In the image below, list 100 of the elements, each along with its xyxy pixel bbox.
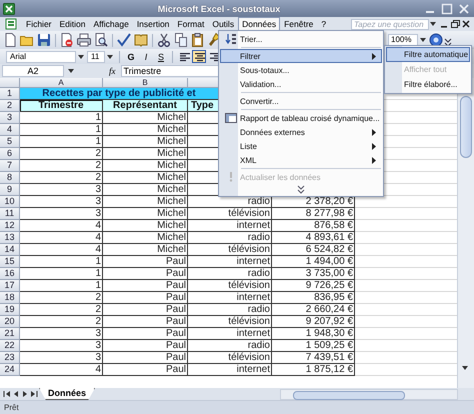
row-header[interactable]: 6 (0, 148, 20, 160)
row-header[interactable]: 24 (0, 364, 20, 376)
table-cell: Michel (103, 208, 188, 220)
row-header[interactable]: 23 (0, 352, 20, 364)
table-cell: télévision (188, 208, 272, 220)
table-cell: Paul (103, 364, 188, 376)
menu-item[interactable]: Trier... (220, 32, 382, 46)
table-cell: télévision (188, 280, 272, 292)
table-cell: télévision (188, 244, 272, 256)
sheet-tab[interactable]: Données (39, 388, 96, 400)
table-cell: 3 (20, 196, 103, 208)
font-size-field[interactable]: 11 (87, 50, 105, 62)
table-cell: 3 (20, 328, 103, 340)
row-header[interactable]: 8 (0, 172, 20, 184)
menu-item[interactable]: Edition (56, 17, 90, 31)
row-header[interactable]: 11 (0, 208, 20, 220)
column-header[interactable]: A (20, 78, 103, 88)
row-header[interactable]: 7 (0, 160, 20, 172)
row-header[interactable]: 16 (0, 268, 20, 280)
question-field[interactable]: Tapez une question (351, 18, 429, 30)
table-cell: Paul (103, 268, 188, 280)
row-header[interactable]: 4 (0, 124, 20, 136)
menu-item[interactable]: Insertion (132, 17, 174, 31)
row-header[interactable]: 1 (0, 88, 20, 100)
menu-item[interactable]: Format (173, 17, 208, 31)
menu-item[interactable]: Sous-totaux... (220, 63, 382, 77)
table-cell: 4 (20, 364, 103, 376)
menu-item[interactable]: Validation... (220, 77, 382, 91)
menu-item[interactable]: Données externes (220, 125, 382, 139)
table-cell: Paul (103, 304, 188, 316)
table-cell: Michel (103, 112, 188, 124)
menu-item[interactable]: Rapport de tableau croisé dynamique... (220, 111, 382, 125)
table-cell: Michel (103, 244, 188, 256)
table-cell: internet (188, 256, 272, 268)
insert-function-button[interactable]: fx (107, 66, 118, 76)
table-cell: 2 (20, 148, 103, 160)
table-cell: télévision (188, 352, 272, 364)
table-cell: radio (188, 268, 272, 280)
menu-item[interactable]: Fichier (22, 17, 56, 31)
row-header[interactable]: 18 (0, 292, 20, 304)
table-cell: Paul (103, 340, 188, 352)
table-cell: 2 (20, 292, 103, 304)
menu-item[interactable]: Liste (220, 139, 382, 153)
menu-item[interactable]: Affichage (90, 17, 133, 31)
font-field[interactable]: Arial (6, 50, 76, 62)
row-header[interactable]: 21 (0, 328, 20, 340)
table-cell: 2 660,24 € (272, 304, 355, 316)
bold-button[interactable]: G (124, 50, 138, 63)
row-header[interactable]: 14 (0, 244, 20, 256)
menu-item[interactable]: XML (220, 153, 382, 167)
column-header[interactable]: B (103, 78, 188, 88)
row-header[interactable]: 22 (0, 340, 20, 352)
menu-item[interactable]: ? (317, 17, 330, 31)
underline-button[interactable]: S (154, 50, 168, 63)
menu-item[interactable]: Outils (208, 17, 238, 31)
table-cell: 1 (20, 280, 103, 292)
menu-item[interactable]: Données (238, 17, 280, 31)
row-header[interactable]: 15 (0, 256, 20, 268)
name-box[interactable]: A2 (2, 65, 64, 77)
column-heading: Représentant (103, 100, 188, 112)
row-header[interactable]: 10 (0, 196, 20, 208)
table-cell: Michel (103, 220, 188, 232)
table-cell: 1 (20, 112, 103, 124)
table-cell: 3 (20, 352, 103, 364)
table-cell: internet (188, 220, 272, 232)
table-cell: 6 524,82 € (272, 244, 355, 256)
row-header[interactable]: 3 (0, 112, 20, 124)
row-header[interactable]: 17 (0, 280, 20, 292)
table-cell: 4 893,61 € (272, 232, 355, 244)
table-cell: 8 277,98 € (272, 208, 355, 220)
menu-item[interactable]: Filtre élaboré... (386, 77, 470, 92)
table-cell: radio (188, 232, 272, 244)
row-header[interactable]: 9 (0, 184, 20, 196)
row-header[interactable]: 2 (0, 100, 20, 112)
italic-button[interactable]: I (139, 50, 153, 63)
menu-item[interactable]: Filtrer (220, 49, 382, 63)
table-cell: 1 (20, 268, 103, 280)
table-cell: internet (188, 292, 272, 304)
table-cell: Michel (103, 160, 188, 172)
table-cell: 4 (20, 232, 103, 244)
table-cell: télévision (188, 316, 272, 328)
table-cell: 1 (20, 136, 103, 148)
table-cell: Paul (103, 256, 188, 268)
menu-item[interactable]: Filtre automatique (386, 47, 470, 62)
table-cell: 9 726,25 € (272, 280, 355, 292)
table-cell: Michel (103, 148, 188, 160)
table-cell: 836,95 € (272, 292, 355, 304)
menu-item[interactable]: Fenêtre (280, 17, 318, 31)
zoom-field[interactable]: 100% (388, 34, 418, 46)
row-header[interactable]: 12 (0, 220, 20, 232)
row-header[interactable]: 20 (0, 316, 20, 328)
table-cell: Paul (103, 328, 188, 340)
table-cell: 1 (20, 124, 103, 136)
table-cell: 3 735,00 € (272, 268, 355, 280)
row-header[interactable]: 19 (0, 304, 20, 316)
table-cell: 9 207,92 € (272, 316, 355, 328)
row-header[interactable]: 13 (0, 232, 20, 244)
column-heading: Trimestre (20, 100, 103, 112)
table-cell: 1 509,25 € (272, 340, 355, 352)
row-header[interactable]: 5 (0, 136, 20, 148)
